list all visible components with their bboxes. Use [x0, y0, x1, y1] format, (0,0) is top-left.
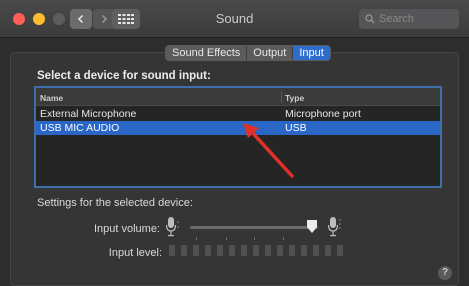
- input-volume-slider[interactable]: [190, 226, 318, 229]
- level-segment: [265, 245, 271, 256]
- level-segment: [301, 245, 307, 256]
- level-segment: [169, 245, 175, 256]
- tab-sound-effects[interactable]: Sound Effects: [166, 46, 248, 60]
- settings-heading: Settings for the selected device:: [37, 197, 193, 209]
- red-arrow-annotation: [243, 123, 294, 178]
- input-volume-slider-thumb[interactable]: [306, 220, 317, 233]
- slider-tick: [254, 237, 255, 240]
- input-device-table: Name Type External Microphone Microphone…: [34, 86, 442, 188]
- level-segment: [217, 245, 223, 256]
- level-segment: [337, 245, 343, 256]
- level-segment: [241, 245, 247, 256]
- column-header-name[interactable]: Name: [40, 93, 63, 103]
- device-name: External Microphone: [40, 108, 137, 120]
- level-segment: [193, 245, 199, 256]
- search-input[interactable]: [379, 13, 459, 25]
- level-segment: [253, 245, 259, 256]
- magnifier-icon: [365, 14, 375, 24]
- level-segment: [277, 245, 283, 256]
- device-type: Microphone port: [285, 108, 361, 120]
- sound-preferences-window: Sound Sound Effects Output Input Select …: [0, 0, 469, 286]
- slider-tick: [226, 237, 227, 240]
- device-name: USB MIC AUDIO: [40, 122, 120, 134]
- slider-tick: [283, 237, 284, 240]
- device-select-heading: Select a device for sound input:: [37, 70, 211, 82]
- input-level-label: Input level:: [108, 247, 162, 259]
- microphone-low-icon: [166, 217, 179, 237]
- column-divider: [281, 91, 282, 103]
- level-segment: [181, 245, 187, 256]
- level-segment: [205, 245, 211, 256]
- column-header-type[interactable]: Type: [285, 93, 304, 103]
- tab-bar: Sound Effects Output Input: [165, 45, 331, 61]
- level-segment: [289, 245, 295, 256]
- input-volume-label: Input volume:: [93, 223, 160, 235]
- help-button[interactable]: ?: [438, 266, 452, 280]
- title-bar: Sound: [0, 0, 469, 38]
- input-level-meter: [169, 245, 343, 256]
- level-segment: [325, 245, 331, 256]
- table-row-selected[interactable]: USB MIC AUDIO USB: [36, 121, 440, 135]
- tab-input[interactable]: Input: [293, 46, 330, 60]
- table-header: Name Type: [36, 88, 440, 106]
- level-segment: [313, 245, 319, 256]
- slider-tick: [196, 237, 197, 240]
- microphone-high-icon: [328, 217, 341, 237]
- tab-output[interactable]: Output: [247, 46, 294, 60]
- table-row[interactable]: External Microphone Microphone port: [36, 107, 440, 121]
- level-segment: [229, 245, 235, 256]
- search-field[interactable]: [359, 9, 459, 29]
